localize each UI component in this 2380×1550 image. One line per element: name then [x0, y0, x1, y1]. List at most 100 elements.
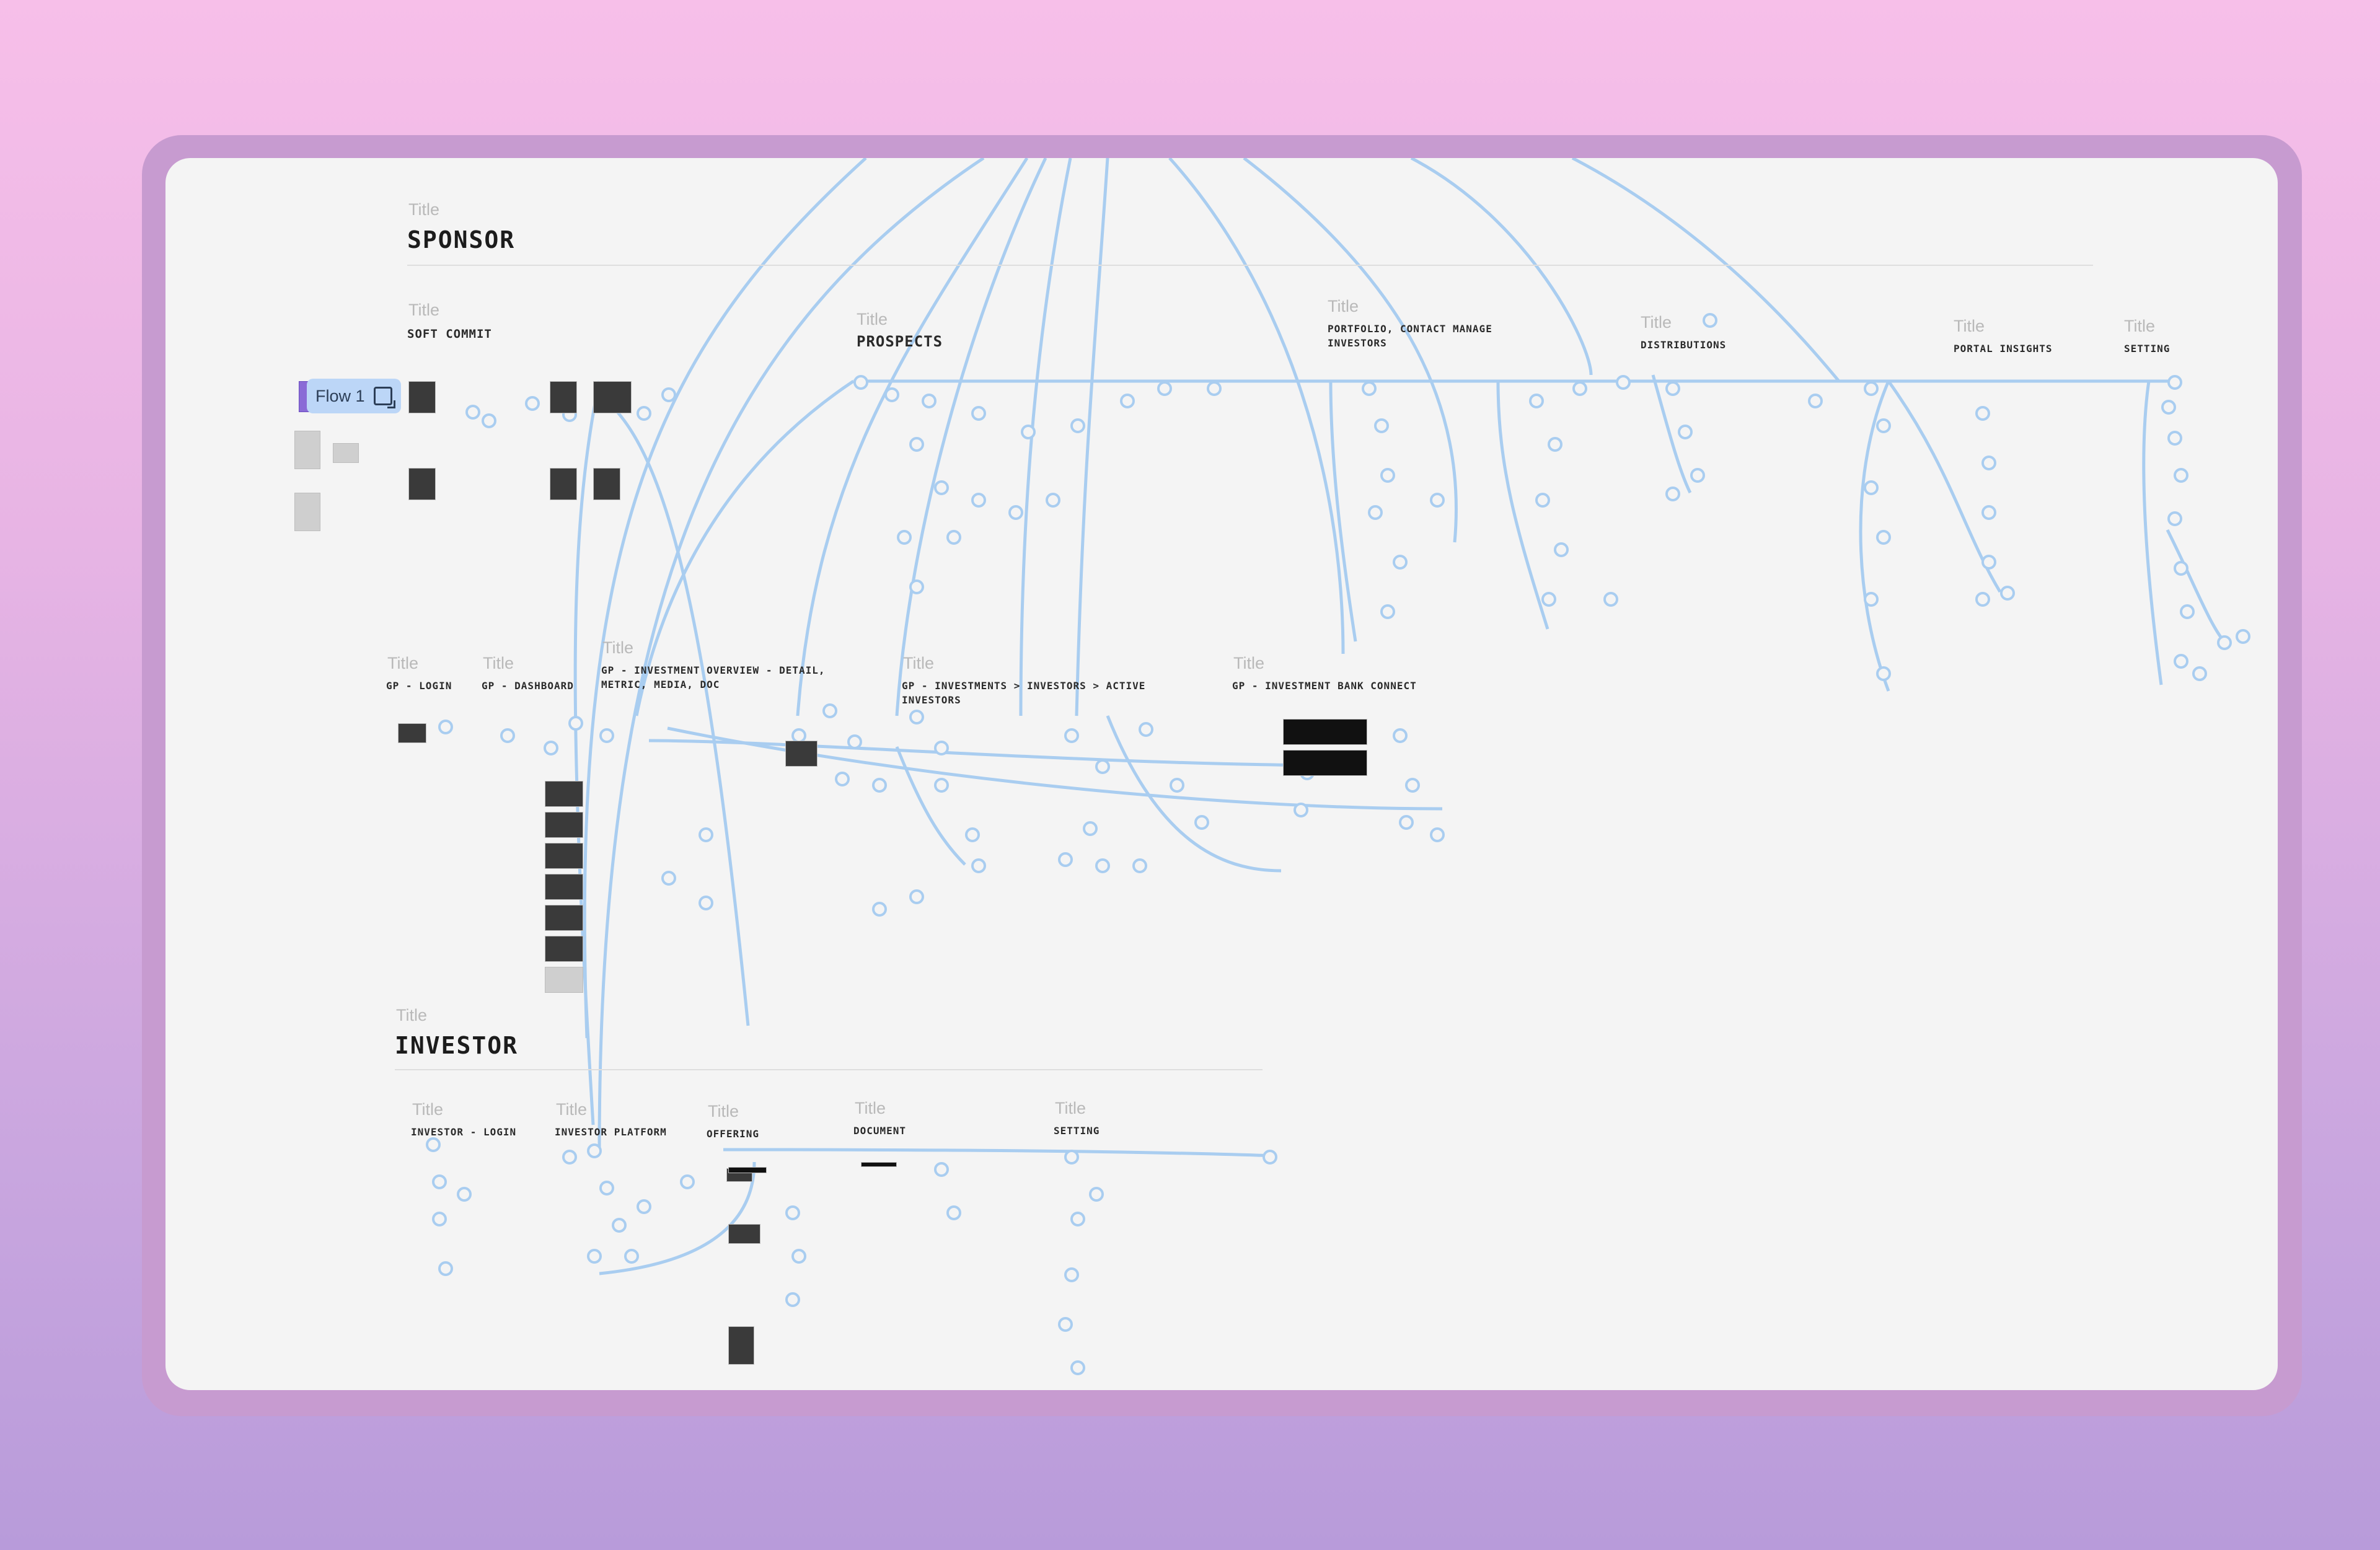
flow-node[interactable] [2161, 400, 2176, 415]
flow-node[interactable] [1207, 381, 1222, 396]
group-title[interactable]: GP - DASHBOARD [482, 679, 574, 693]
flow-node[interactable] [1170, 778, 1184, 793]
flow-node[interactable] [1399, 815, 1414, 830]
flow-node[interactable] [897, 530, 912, 545]
screen-thumbnail[interactable] [1283, 750, 1367, 776]
flow-node[interactable] [934, 778, 949, 793]
screen-thumbnail[interactable] [408, 468, 436, 500]
flow-node[interactable] [2180, 604, 2195, 619]
flow-node[interactable] [544, 741, 558, 755]
flow-node[interactable] [1975, 406, 1990, 421]
flow-node[interactable] [785, 1205, 800, 1220]
flow-node[interactable] [909, 437, 924, 452]
flow-node[interactable] [1981, 555, 1996, 570]
flow-node[interactable] [661, 387, 676, 402]
flow-node[interactable] [1665, 487, 1680, 501]
flow-node[interactable] [1095, 858, 1110, 873]
flow-node[interactable] [2236, 629, 2250, 644]
screen-thumbnail[interactable] [408, 381, 436, 413]
flow-node[interactable] [934, 741, 949, 755]
group-title[interactable]: SETTING [1054, 1124, 1100, 1138]
flow-node[interactable] [1393, 728, 1408, 743]
flow-node[interactable] [847, 734, 862, 749]
flow-node[interactable] [1616, 375, 1631, 390]
flow-node[interactable] [1981, 505, 1996, 520]
screen-thumbnail[interactable] [550, 381, 577, 413]
flow-node[interactable] [1058, 852, 1073, 867]
flow-node[interactable] [1864, 592, 1879, 607]
screen-thumbnail[interactable] [728, 1224, 760, 1244]
flow-node[interactable] [1541, 592, 1556, 607]
flow-node[interactable] [1132, 858, 1147, 873]
flow-node[interactable] [465, 405, 480, 420]
flow-node[interactable] [1362, 381, 1377, 396]
flow-node[interactable] [1864, 381, 1879, 396]
group-title[interactable]: SOFT COMMIT [407, 327, 492, 341]
flow-node[interactable] [2000, 586, 2015, 601]
flow-node[interactable] [1194, 815, 1209, 830]
screen-thumbnail[interactable] [593, 468, 620, 500]
flow-node[interactable] [1368, 505, 1383, 520]
flow-node[interactable] [482, 413, 496, 428]
flow-node[interactable] [872, 902, 887, 917]
flow-node[interactable] [1139, 722, 1153, 737]
flow-node[interactable] [785, 1292, 800, 1307]
flow-node[interactable] [699, 896, 713, 910]
flow-node[interactable] [438, 1261, 453, 1276]
flow-node[interactable] [853, 375, 868, 390]
flow-node[interactable] [438, 720, 453, 734]
flow-node[interactable] [1529, 394, 1544, 408]
group-title[interactable]: GP - INVESTMENT BANK CONNECT [1232, 679, 1417, 693]
group-title[interactable]: PORTFOLIO, CONTACT MANAGE INVESTORS [1328, 322, 1532, 350]
flow-node[interactable] [1380, 468, 1395, 483]
screen-thumbnail[interactable] [728, 1326, 754, 1365]
flow-node[interactable] [587, 1249, 602, 1264]
flow-node[interactable] [909, 710, 924, 724]
flow-node[interactable] [971, 406, 986, 421]
flow-node[interactable] [599, 1181, 614, 1196]
flow-node[interactable] [1083, 821, 1098, 836]
flow-node[interactable] [637, 1199, 651, 1214]
flow-node[interactable] [1554, 542, 1569, 557]
screen-thumbnail[interactable] [545, 905, 583, 931]
flow-node[interactable] [1535, 493, 1550, 508]
group-title[interactable]: OFFERING [707, 1127, 759, 1141]
flow-node[interactable] [1690, 468, 1705, 483]
flow-node[interactable] [1157, 381, 1172, 396]
flow-node[interactable] [599, 728, 614, 743]
flow-canvas[interactable]: Flow 1 Title SPONSOR Title SOFT COMMIT T… [165, 158, 2278, 1390]
flow-node[interactable] [1603, 592, 1618, 607]
flow-node[interactable] [1703, 313, 1717, 328]
flow-node[interactable] [1678, 425, 1693, 439]
screen-thumbnail[interactable] [1283, 719, 1367, 745]
flow-node[interactable] [1665, 381, 1680, 396]
flow-node[interactable] [909, 579, 924, 594]
flow-node[interactable] [500, 728, 515, 743]
flow-node[interactable] [1374, 418, 1389, 433]
screen-thumbnail[interactable] [550, 468, 577, 500]
flow-node[interactable] [2174, 468, 2188, 483]
flow-node[interactable] [2217, 635, 2232, 650]
screen-thumbnail[interactable] [593, 381, 632, 413]
screen-thumbnail[interactable] [545, 843, 583, 869]
flow-node[interactable] [1263, 1150, 1277, 1165]
flow-node[interactable] [1058, 1317, 1073, 1332]
flow-node[interactable] [1864, 480, 1879, 495]
flow-node[interactable] [1876, 418, 1891, 433]
group-title[interactable]: PORTAL INSIGHTS [1954, 341, 2053, 356]
flow-node[interactable] [432, 1174, 447, 1189]
flow-node[interactable] [1070, 418, 1085, 433]
flow-start-icon[interactable] [373, 387, 395, 408]
flow-node[interactable] [965, 827, 980, 842]
flow-node[interactable] [922, 394, 937, 408]
screen-thumbnail[interactable] [294, 431, 320, 469]
flow-node[interactable] [934, 1162, 949, 1177]
flow-node[interactable] [1548, 437, 1562, 452]
flow-node[interactable] [432, 1212, 447, 1226]
flow-node[interactable] [612, 1218, 627, 1233]
flow-node[interactable] [1095, 759, 1110, 774]
flow-node[interactable] [699, 827, 713, 842]
screen-thumbnail[interactable] [545, 874, 583, 900]
flow-node[interactable] [1572, 381, 1587, 396]
screen-thumbnail[interactable] [861, 1162, 897, 1167]
